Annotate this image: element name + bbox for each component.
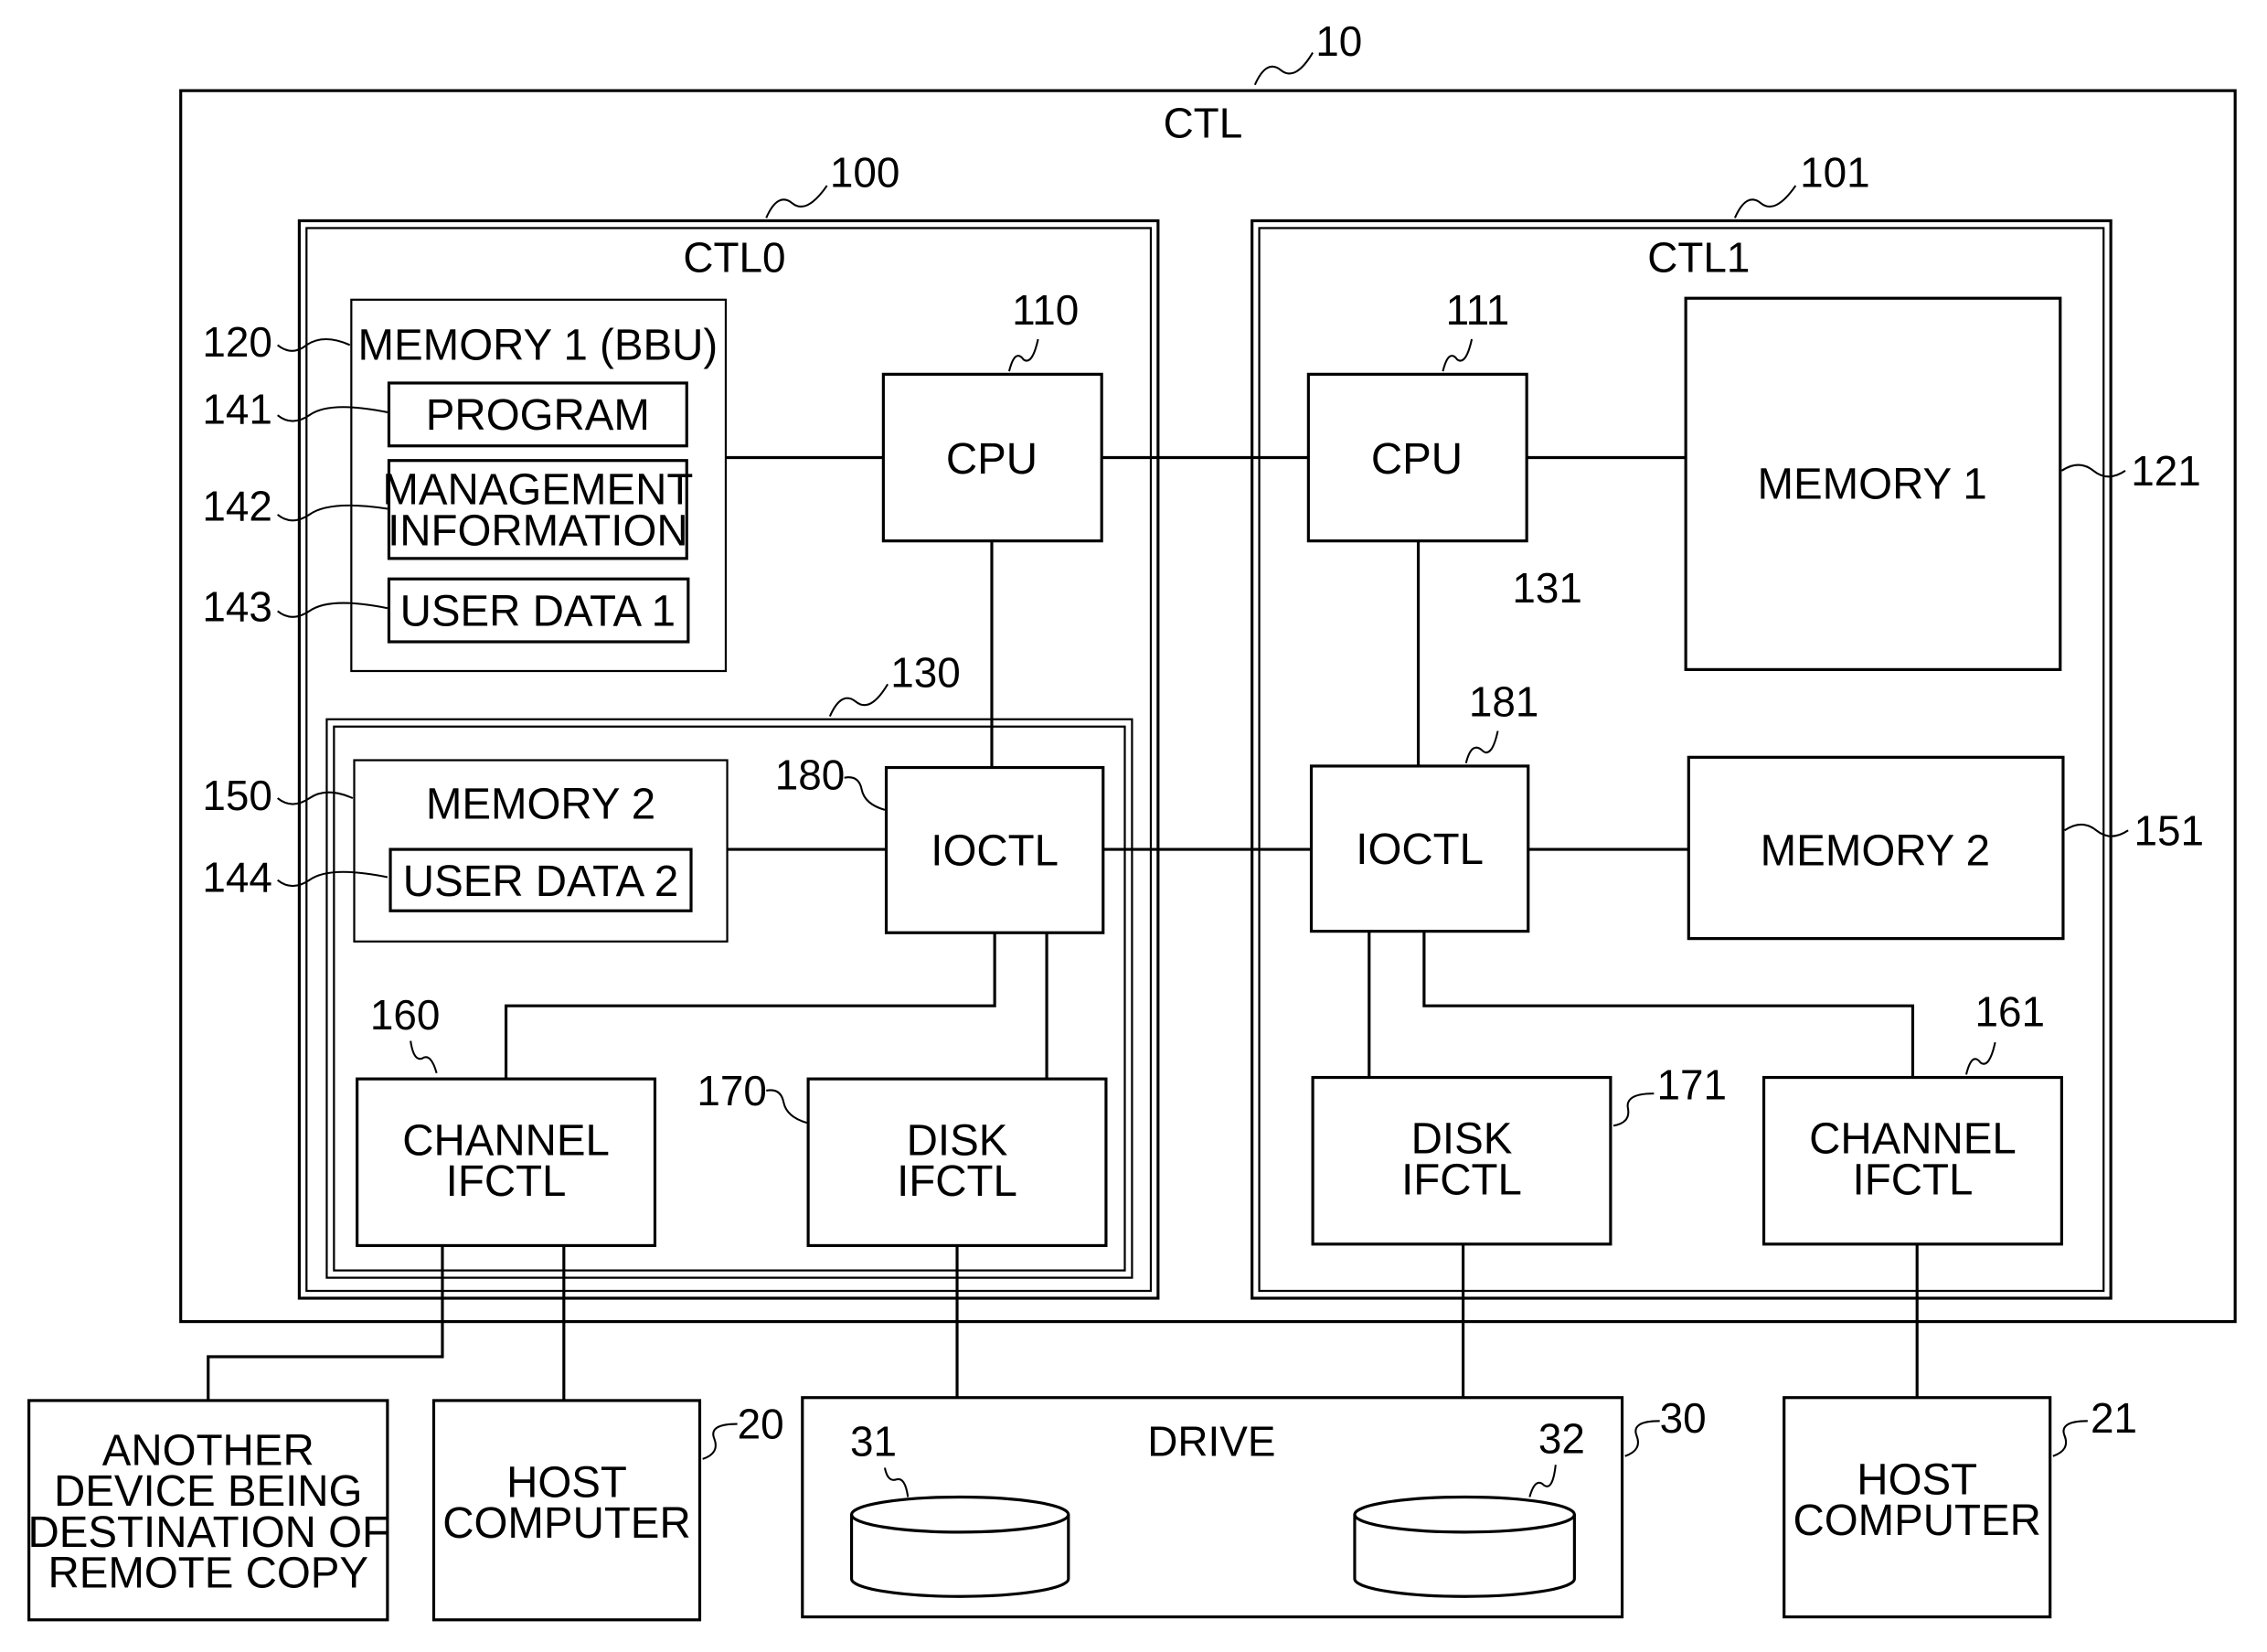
drive-label: DRIVE (1147, 1417, 1275, 1465)
disk-ifctl0-leader (766, 1089, 807, 1124)
ctl-label: CTL (1164, 99, 1243, 146)
ctl1-leader (1733, 185, 1797, 218)
channel-ifctl0-line2: IFCTL (446, 1157, 567, 1206)
user-data1-ref: 143 (202, 582, 272, 630)
memory1-bbu-label: MEMORY 1 (BBU) (358, 321, 718, 369)
cpu0-leader (1007, 338, 1039, 372)
memory2-ctl0-label: MEMORY 2 (426, 780, 655, 828)
user-data2-leader (277, 870, 388, 888)
ioctl0-leader (844, 776, 886, 811)
program-leader (277, 406, 388, 422)
channel-ifctl1-line2: IFCTL (1853, 1156, 1974, 1204)
management-info-line2: INFORMATION (388, 506, 688, 555)
memory2-ctl1-label: MEMORY 2 (1761, 826, 1990, 875)
disk-ifctl0-line2: IFCTL (897, 1157, 1017, 1206)
ioctl1-ref: 181 (1469, 677, 1539, 725)
cpu1-leader (1442, 338, 1474, 372)
remote-device-line4: REMOTE COPY (48, 1549, 368, 1597)
disk-31-ref: 31 (850, 1417, 897, 1465)
memory1-bbu-ref: 120 (202, 318, 272, 366)
memory1-ctl1-label: MEMORY 1 (1758, 460, 1987, 508)
user-data2-ref: 144 (202, 853, 272, 901)
memory1-ctl1-leader (2060, 464, 2126, 478)
channel-ifctl1-ref: 161 (1974, 987, 2045, 1035)
disk-ifctl1-ref: 171 (1657, 1060, 1728, 1108)
user-data2-label: USER DATA 2 (403, 858, 678, 906)
drive-ref: 30 (1660, 1394, 1707, 1442)
host0-ref: 20 (738, 1400, 784, 1447)
ioctl0-label: IOCTL (931, 826, 1059, 875)
disk-ifctl0-ref: 170 (697, 1067, 767, 1114)
memory1-ctl1-ref: 121 (2131, 447, 2201, 495)
memory2-ctl0-ref: 150 (202, 772, 272, 819)
ioctl1-label: IOCTL (1356, 826, 1484, 874)
drive-leader (1624, 1420, 1660, 1457)
ioctl0-ref: 180 (775, 751, 846, 798)
host0-line2: COMPUTER (442, 1499, 690, 1548)
disk-31-leader (883, 1467, 910, 1497)
ctl-leader (1253, 52, 1314, 86)
disk-ifctl1-line2: IFCTL (1401, 1156, 1522, 1204)
management-info-ref: 142 (202, 482, 272, 529)
cpu1-label: CPU (1371, 435, 1463, 484)
ctl0-ref: 100 (830, 148, 900, 196)
program-ref: 141 (202, 386, 272, 433)
conn-channel0-remote (207, 1245, 444, 1401)
disk-31 (849, 1495, 1070, 1598)
management-info-leader (277, 504, 388, 522)
ctl0-label: CTL0 (683, 233, 785, 281)
disk-ifctl1-leader (1612, 1092, 1655, 1127)
cpu0-ref: 110 (1012, 286, 1079, 334)
memory2-ctl1-ref: 151 (2134, 806, 2204, 854)
memory1-bbu-leader (277, 337, 351, 352)
disk-32 (1353, 1495, 1576, 1598)
ioctl1-leader (1464, 730, 1499, 763)
group130-ref: 130 (890, 648, 961, 696)
channel-ifctl1-leader (1964, 1041, 1996, 1075)
disk-32-top (1353, 1495, 1576, 1534)
memory2-ctl1-leader (2063, 823, 2129, 837)
disk-32-leader (1528, 1465, 1557, 1497)
program-label: PROGRAM (426, 391, 650, 440)
group130-leader (828, 683, 889, 717)
channel-ifctl0-ref: 160 (370, 991, 441, 1039)
host1-leader (2052, 1420, 2088, 1457)
memory2-ctl0-leader (277, 791, 354, 805)
disk-31-top (849, 1495, 1070, 1534)
ctl0-leader (765, 185, 828, 218)
ctl-ref: 10 (1315, 17, 1362, 65)
channel-ifctl0-leader (410, 1040, 438, 1074)
conn-ioctl1-channel1 (1422, 931, 1915, 1078)
disk-32-ref: 32 (1538, 1414, 1585, 1462)
host1-ref: 21 (2091, 1394, 2137, 1442)
cpu0-label: CPU (946, 435, 1038, 484)
host0-leader (702, 1423, 738, 1460)
host1-line2: COMPUTER (1793, 1497, 2040, 1545)
user-data1-label: USER DATA 1 (400, 587, 676, 635)
user-data1-leader (277, 602, 388, 618)
ctl1-ref: 101 (1800, 148, 1870, 196)
diagram-canvas: CTL 10 CTL0 100 CTL1 101 MEMORY 1 (BBU) … (27, 17, 2237, 1622)
cpu1-ref: 111 (1446, 286, 1510, 334)
block-diagram: CTL 10 CTL0 100 CTL1 101 MEMORY 1 (BBU) … (0, 0, 2267, 1652)
ctl1-label: CTL1 (1647, 233, 1750, 281)
conn-ioctl0-channel0 (504, 933, 996, 1080)
ref-131: 131 (1512, 564, 1582, 612)
